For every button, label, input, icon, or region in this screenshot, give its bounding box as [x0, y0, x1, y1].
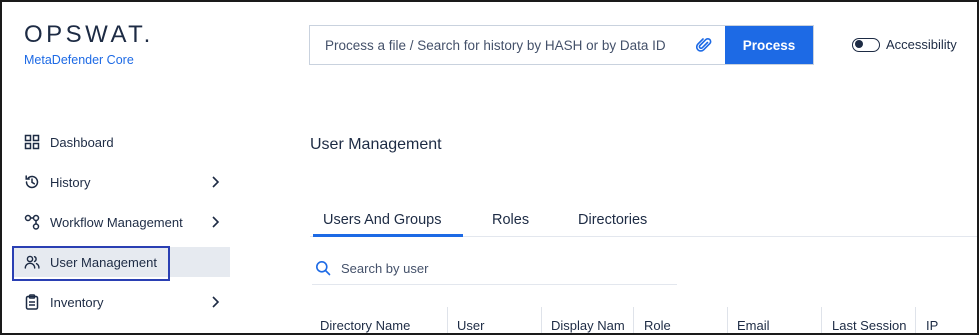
clipboard-icon — [24, 294, 40, 310]
toggle-knob — [855, 40, 863, 48]
accessibility-label: Accessibility — [886, 37, 957, 52]
sidebar-item-user-management[interactable]: User Management — [12, 246, 230, 281]
column-header-email[interactable]: Email — [727, 307, 821, 333]
sidebar-item-label: User Management — [50, 254, 157, 270]
users-icon — [24, 254, 40, 270]
accessibility-toggle-group[interactable]: Accessibility — [852, 37, 957, 52]
product-name: MetaDefender Core — [24, 53, 134, 67]
column-header-display-name[interactable]: Display Nam — [541, 307, 634, 333]
sidebar: Dashboard History Workflow Management Us… — [2, 127, 230, 327]
sidebar-item-dashboard[interactable]: Dashboard — [2, 127, 230, 157]
tab-directories[interactable]: Directories — [578, 212, 647, 228]
sidebar-item-inventory[interactable]: Inventory — [2, 287, 230, 317]
tab-bar: Users And Groups Roles Directories — [310, 210, 977, 237]
users-table-header: Directory Name User Display Nam Role Ema… — [310, 307, 977, 333]
column-header-user[interactable]: User — [447, 307, 541, 333]
accessibility-toggle[interactable] — [852, 37, 880, 52]
search-icon — [315, 260, 331, 276]
column-header-directory-name[interactable]: Directory Name — [310, 307, 447, 333]
page-title: User Management — [310, 136, 442, 153]
sidebar-item-label: Dashboard — [50, 134, 114, 150]
chevron-right-icon — [210, 175, 220, 189]
app-window: OPSWAT. MetaDefender Core Process Access… — [0, 0, 979, 335]
sidebar-item-label: Workflow Management — [50, 214, 183, 230]
brand-logo: OPSWAT. — [24, 21, 154, 48]
column-header-role[interactable]: Role — [634, 307, 727, 333]
workflow-icon — [24, 214, 40, 230]
sidebar-item-history[interactable]: History — [2, 167, 230, 197]
process-button[interactable]: Process — [725, 26, 813, 64]
column-header-ip[interactable]: IP — [916, 307, 977, 333]
column-header-last-session[interactable]: Last Session — [822, 307, 915, 333]
chevron-right-icon — [210, 295, 220, 309]
process-search-input[interactable] — [310, 26, 725, 64]
tab-users-and-groups[interactable]: Users And Groups — [323, 212, 441, 228]
process-bar: Process — [309, 25, 814, 65]
chevron-right-icon — [210, 215, 220, 229]
paperclip-icon[interactable] — [695, 36, 712, 54]
grid-icon — [24, 134, 40, 150]
brand[interactable]: OPSWAT. MetaDefender Core — [24, 22, 154, 68]
tab-roles[interactable]: Roles — [492, 212, 529, 228]
active-tab-indicator — [313, 234, 463, 237]
sidebar-item-label: Inventory — [50, 294, 104, 310]
sidebar-item-label: History — [50, 174, 91, 190]
history-icon — [24, 174, 40, 190]
sidebar-item-workflow-management[interactable]: Workflow Management — [2, 207, 230, 237]
user-search — [312, 252, 677, 285]
search-input[interactable] — [341, 260, 641, 276]
